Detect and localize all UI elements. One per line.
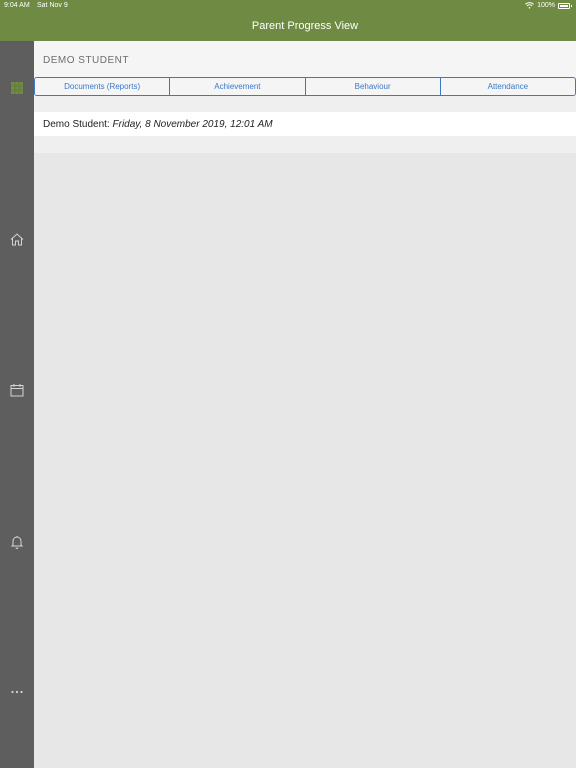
tab-achievement[interactable]: Achievement <box>170 78 306 95</box>
bell-icon <box>11 536 23 549</box>
sidebar-item-calendar[interactable] <box>0 378 34 402</box>
section-footer-spacer <box>34 136 576 153</box>
battery-percent: 100% <box>537 2 555 9</box>
document-row[interactable]: Demo Student: Friday, 8 November 2019, 1… <box>34 112 576 136</box>
tab-attendance[interactable]: Attendance <box>440 78 575 95</box>
document-owner: Demo Student: <box>43 119 110 130</box>
document-timestamp: Friday, 8 November 2019, 12:01 AM <box>112 119 273 130</box>
sidebar <box>0 12 34 768</box>
sidebar-item-home[interactable] <box>0 227 34 251</box>
battery-icon <box>558 2 572 9</box>
student-header: DEMO STUDENT <box>34 41 576 77</box>
page-title: Parent Progress View <box>251 20 359 32</box>
sidebar-top-bar <box>0 12 34 41</box>
sidebar-item-notifications[interactable] <box>0 530 34 554</box>
section-spacer <box>34 96 576 112</box>
sidebar-item-more[interactable] <box>0 680 34 704</box>
status-time: 9:04 AM <box>4 2 30 9</box>
document-row-text: Demo Student: Friday, 8 November 2019, 1… <box>43 119 273 130</box>
calendar-icon <box>10 384 24 397</box>
tab-documents[interactable]: Documents (Reports) <box>35 78 171 95</box>
home-icon <box>10 232 24 245</box>
grid-icon <box>11 82 23 94</box>
wifi-icon <box>525 2 534 9</box>
status-date: Sat Nov 9 <box>37 2 68 9</box>
main-content: DEMO STUDENT Documents (Reports) Achieve… <box>34 41 576 768</box>
more-icon <box>11 690 23 694</box>
section-tabs: Documents (Reports) Achievement Behaviou… <box>34 77 576 96</box>
student-name: DEMO STUDENT <box>43 55 129 66</box>
status-right: 100% <box>525 2 572 9</box>
sidebar-item-grid[interactable] <box>0 76 34 100</box>
nav-bar: Parent Progress View <box>34 12 576 41</box>
status-bar: 9:04 AM Sat Nov 9 100% <box>0 0 576 12</box>
tab-behaviour[interactable]: Behaviour <box>305 78 441 95</box>
